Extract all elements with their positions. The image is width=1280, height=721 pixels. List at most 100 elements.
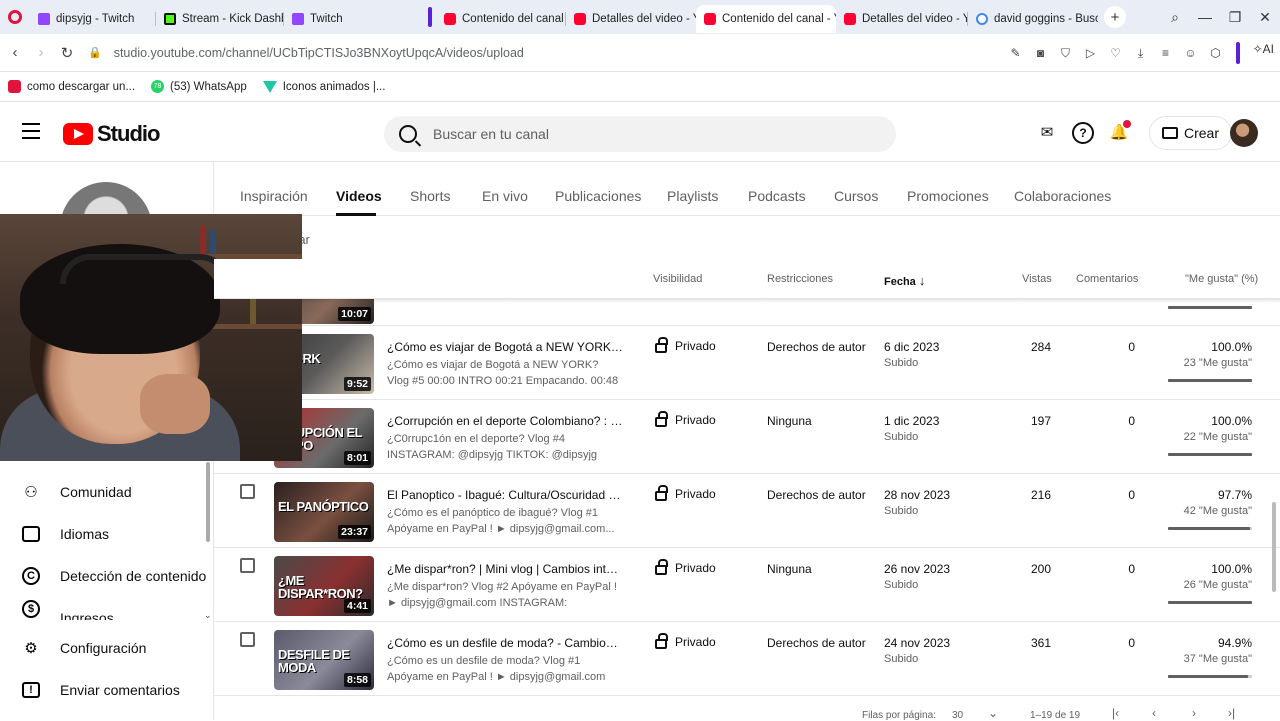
- tab-en-vivo[interactable]: En vivo: [482, 188, 528, 204]
- tab-shorts[interactable]: Shorts: [410, 188, 450, 204]
- camera-icon[interactable]: ◙: [1032, 46, 1049, 60]
- rows-per-page-select[interactable]: 30: [952, 710, 963, 721]
- video-title[interactable]: ¿Cómo es un desfile de moda? - Cambios I…: [387, 636, 623, 650]
- browser-tab[interactable]: Contenido del canal - YouTube: [436, 5, 566, 33]
- row-checkbox[interactable]: [240, 632, 255, 647]
- avatar[interactable]: [1230, 119, 1258, 147]
- visibility-select[interactable]: Privado: [655, 411, 716, 427]
- bookmark-item[interactable]: Iconos animados |...: [255, 80, 394, 93]
- last-page-icon[interactable]: ›|: [1228, 706, 1235, 720]
- sidebar-item-comunidad[interactable]: ⚇ Comunidad: [0, 472, 214, 512]
- chevron-down-icon[interactable]: ⌄: [204, 610, 212, 621]
- extension-icon[interactable]: ⬡: [1207, 46, 1224, 60]
- edit-icon[interactable]: ✎: [1007, 46, 1024, 60]
- url-field[interactable]: studio.youtube.com/channel/UCbTipCTISJo3…: [114, 46, 524, 60]
- shield-icon[interactable]: ⛉: [1057, 46, 1074, 61]
- column-comentarios[interactable]: Comentarios: [1076, 273, 1138, 285]
- video-thumbnail[interactable]: EL PANÓPTICO 23:37: [274, 482, 374, 542]
- reload-button[interactable]: ↻: [54, 44, 80, 62]
- column-me-gusta[interactable]: "Me gusta" (%): [1185, 273, 1258, 285]
- browser-tab[interactable]: Stream - Kick Dashboard: [156, 5, 284, 33]
- visibility-select[interactable]: Privado: [655, 559, 716, 575]
- help-icon[interactable]: ?: [1072, 122, 1094, 144]
- minimize-button[interactable]: —: [1190, 9, 1220, 25]
- video-title[interactable]: ¿Corrupción en el deporte Colombiano? : …: [387, 414, 623, 428]
- content-scrollbar[interactable]: [1272, 502, 1276, 592]
- tab-publicaciones[interactable]: Publicaciones: [555, 188, 641, 204]
- tab-inspiracion[interactable]: Inspiración: [240, 188, 308, 204]
- restrictions-value[interactable]: Derechos de autor: [767, 340, 866, 354]
- likes-percentage: 100.0%: [1211, 562, 1252, 576]
- browser-tab[interactable]: Detalles del video - YouTube: [836, 5, 968, 33]
- chevron-down-icon[interactable]: ⌄: [988, 706, 998, 720]
- tab-promociones[interactable]: Promociones: [907, 188, 989, 204]
- video-thumbnail[interactable]: ¿ME DISPAR*RON? 4:41: [274, 556, 374, 616]
- likes-percentage: 94.9%: [1217, 636, 1252, 650]
- table-row[interactable]: EL PANÓPTICO 23:37 El Panoptico - Ibagué: …: [214, 474, 1280, 548]
- sidebar-item-idiomas[interactable]: Idiomas: [0, 514, 214, 554]
- visibility-select[interactable]: Privado: [655, 485, 716, 501]
- browser-tab[interactable]: dipsyjg - Twitch: [30, 5, 156, 33]
- search-input[interactable]: Buscar en tu canal: [384, 116, 896, 152]
- row-checkbox[interactable]: [240, 558, 255, 573]
- restrictions-value[interactable]: Ninguna: [767, 414, 812, 428]
- maximize-button[interactable]: ❐: [1220, 9, 1250, 26]
- play-icon[interactable]: ▷: [1082, 46, 1099, 60]
- profile-icon[interactable]: ☺: [1182, 46, 1199, 60]
- bookmark-item[interactable]: 78 (53) WhatsApp: [143, 80, 255, 93]
- close-window-button[interactable]: ✕: [1250, 9, 1280, 26]
- sidebar-scrollbar[interactable]: [206, 462, 210, 542]
- video-title[interactable]: ¿Cómo es viajar de Bogotá a NEW YORK? | …: [387, 340, 623, 354]
- column-vistas[interactable]: Vistas: [1022, 273, 1052, 285]
- tab-colaboraciones[interactable]: Colaboraciones: [1014, 188, 1111, 204]
- restrictions-value[interactable]: Ninguna: [767, 562, 812, 576]
- video-title[interactable]: El Panoptico - Ibagué: Cultura/Oscuridad…: [387, 488, 623, 502]
- opera-icon[interactable]: [0, 0, 30, 34]
- column-restricciones[interactable]: Restricciones: [767, 273, 833, 285]
- video-thumbnail[interactable]: DESFILE DE MODA 8:58: [274, 630, 374, 690]
- tab-videos[interactable]: Videos: [336, 188, 382, 204]
- download-icon[interactable]: ⤓: [1132, 46, 1149, 61]
- prev-page-icon[interactable]: ‹: [1152, 706, 1156, 720]
- extension-indicator: [1236, 42, 1240, 64]
- restrictions-value[interactable]: Derechos de autor: [767, 636, 866, 650]
- row-checkbox[interactable]: [240, 484, 255, 499]
- browser-tab[interactable]: Detalles del video - YouTube: [566, 5, 696, 33]
- messages-icon[interactable]: ✉: [1036, 122, 1058, 144]
- tab-playlists[interactable]: Playlists: [667, 188, 718, 204]
- restrictions-value[interactable]: Derechos de autor: [767, 488, 866, 502]
- visibility-select[interactable]: Privado: [655, 337, 716, 353]
- menu-icon[interactable]: [22, 123, 40, 144]
- table-row[interactable]: W ORK9:52¿Cómo es viajar de Bogotá a NEW…: [214, 326, 1280, 400]
- forward-button[interactable]: ›: [28, 44, 54, 61]
- visibility-select[interactable]: Privado: [655, 633, 716, 649]
- ai-button[interactable]: ✧AI: [1253, 42, 1274, 56]
- column-visibilidad[interactable]: Visibilidad: [653, 273, 702, 285]
- bell-icon[interactable]: 🔔: [1108, 120, 1131, 144]
- heart-icon[interactable]: ♡: [1107, 46, 1124, 60]
- table-row[interactable]: DESFILE DE MODA 8:58 ¿Cómo es un desfile d…: [214, 622, 1280, 696]
- browser-tab[interactable]: Twitch: [284, 5, 424, 33]
- back-button[interactable]: ‹: [2, 44, 28, 61]
- tab-cursos[interactable]: Cursos: [834, 188, 878, 204]
- table-row[interactable]: ¿ME DISPAR*RON? 4:41 ¿Me dispar*ron? | Min…: [214, 548, 1280, 622]
- studio-logo[interactable]: Studio: [63, 121, 160, 147]
- sidebar-item-configuracion[interactable]: ⚙ Configuración: [0, 628, 214, 668]
- sidebar-item-deteccion[interactable]: C Detección de contenido: [0, 556, 214, 596]
- tab-podcasts[interactable]: Podcasts: [748, 188, 806, 204]
- next-page-icon[interactable]: ›: [1192, 706, 1196, 720]
- browser-tab-active[interactable]: Contenido del canal - YouTube: [696, 5, 836, 33]
- new-tab-button[interactable]: +: [1104, 6, 1126, 28]
- settings-icon[interactable]: ≡: [1157, 46, 1174, 60]
- browser-tab[interactable]: david goggins - Buscar con Google: [968, 5, 1098, 33]
- table-row[interactable]: RRUPCIÓN EL DEPO8:01¿Corrupción en el de…: [214, 400, 1280, 474]
- create-button[interactable]: Crear: [1148, 116, 1232, 150]
- bookmark-item[interactable]: como descargar un...: [0, 80, 143, 93]
- video-title[interactable]: ¿Me dispar*ron? | Mini vlog | Cambios in…: [387, 562, 623, 576]
- sidebar-item-ingresos[interactable]: $ Ingresos: [0, 598, 214, 620]
- search-tabs-icon[interactable]: ⌕: [1160, 9, 1190, 26]
- column-fecha[interactable]: Fecha ↓: [884, 273, 925, 288]
- first-page-icon[interactable]: |‹: [1112, 706, 1119, 720]
- lock-icon[interactable]: 🔒: [88, 46, 102, 59]
- sidebar-item-enviar-comentarios[interactable]: ! Enviar comentarios: [0, 670, 214, 710]
